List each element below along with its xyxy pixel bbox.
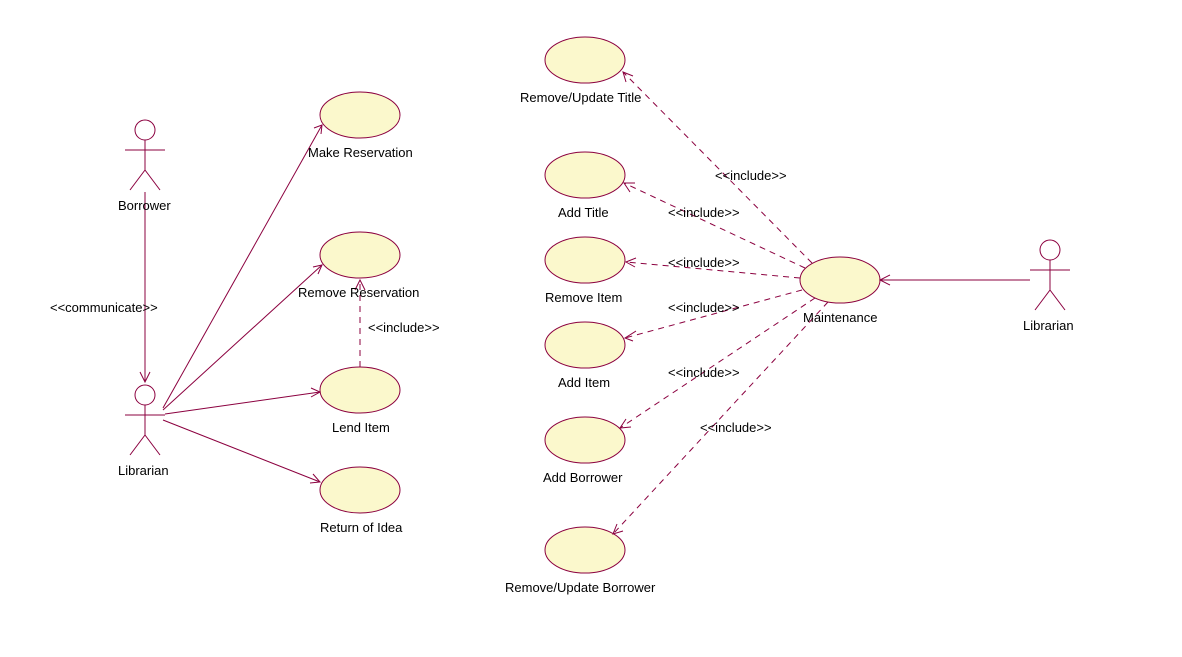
- usecase-remove-reservation: [320, 232, 400, 278]
- actor-label-borrower: Borrower: [118, 198, 171, 213]
- usecase-label-maintenance: Maintenance: [803, 310, 877, 325]
- assoc-librarian-return-of-idea: [163, 420, 320, 482]
- include-label-1: <<include>>: [715, 168, 787, 183]
- usecase-label-add-item: Add Item: [558, 375, 610, 390]
- usecase-return-of-idea: [320, 467, 400, 513]
- usecase-lend-item: [320, 367, 400, 413]
- usecase-label-add-borrower: Add Borrower: [543, 470, 622, 485]
- include-label-4: <<include>>: [668, 300, 740, 315]
- actor-librarian-left: [125, 385, 165, 455]
- usecase-label-add-title: Add Title: [558, 205, 609, 220]
- actor-label-librarian-left: Librarian: [118, 463, 169, 478]
- usecase-remove-item: [545, 237, 625, 283]
- include-label-6: <<include>>: [700, 420, 772, 435]
- include-label-3: <<include>>: [668, 255, 740, 270]
- usecase-label-remove-update-title: Remove/Update Title: [520, 90, 641, 105]
- assoc-librarian-lend-item: [165, 392, 320, 414]
- usecase-make-reservation: [320, 92, 400, 138]
- usecase-label-lend-item: Lend Item: [332, 420, 390, 435]
- usecase-label-return-of-idea: Return of Idea: [320, 520, 402, 535]
- include-maintenance-add-borrower: [620, 298, 815, 428]
- usecase-add-item: [545, 322, 625, 368]
- usecase-maintenance: [800, 257, 880, 303]
- actor-label-librarian-right: Librarian: [1023, 318, 1074, 333]
- usecase-add-borrower: [545, 417, 625, 463]
- usecase-label-remove-item: Remove Item: [545, 290, 622, 305]
- include-maintenance-remove-update-borrower: [613, 302, 828, 534]
- include-label-2: <<include>>: [668, 205, 740, 220]
- include-label-5: <<include>>: [668, 365, 740, 380]
- usecase-label-make-reservation: Make Reservation: [308, 145, 413, 160]
- usecase-remove-update-title: [545, 37, 625, 83]
- include-label-lend: <<include>>: [368, 320, 440, 335]
- usecase-label-remove-reservation: Remove Reservation: [298, 285, 419, 300]
- usecase-label-remove-update-borrower: Remove/Update Borrower: [505, 580, 655, 595]
- actor-borrower: [125, 120, 165, 190]
- assoc-librarian-make-reservation: [163, 125, 322, 408]
- usecase-add-title: [545, 152, 625, 198]
- actor-librarian-right: [1030, 240, 1070, 310]
- assoc-label-communicate: <<communicate>>: [50, 300, 158, 315]
